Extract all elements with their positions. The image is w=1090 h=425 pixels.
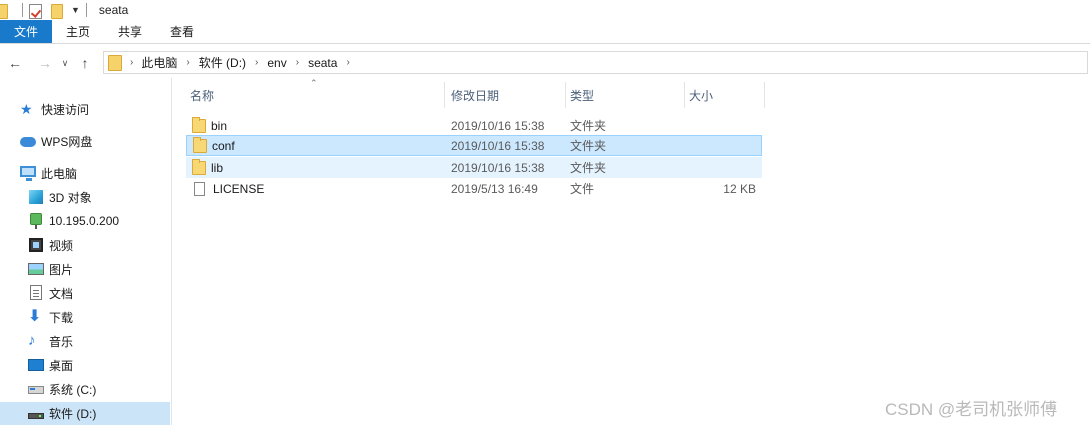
sidebar-item-videos[interactable]: 视频 — [28, 234, 73, 256]
sidebar-item-label: 系统 (C:) — [49, 382, 97, 397]
sidebar-item-this-pc[interactable]: 此电脑 — [20, 162, 77, 184]
file-row-lib[interactable]: lib 2019/10/16 15:38 文件夹 — [186, 157, 762, 178]
file-type: 文件 — [570, 182, 595, 196]
title-bar: ▼ seata — [0, 0, 1090, 20]
video-icon — [28, 237, 44, 253]
folder-icon — [108, 54, 122, 71]
watermark-text: CSDN @老司机张师傅 — [885, 400, 1058, 419]
tab-view[interactable]: 查看 — [156, 20, 208, 43]
drive-c-icon — [28, 381, 44, 397]
file-icon — [194, 181, 205, 196]
file-date: 2019/10/16 15:38 — [451, 118, 545, 133]
sidebar-item-desktop[interactable]: 桌面 — [28, 354, 73, 376]
forward-arrow-icon[interactable]: → — [34, 52, 56, 74]
divider — [22, 3, 23, 17]
breadcrumb-env[interactable]: env — [267, 56, 286, 70]
sidebar-item-label: 图片 — [49, 262, 74, 277]
up-arrow-icon[interactable]: ↑ — [74, 52, 96, 74]
sidebar-item-label: WPS网盘 — [41, 134, 93, 149]
file-type: 文件夹 — [570, 139, 607, 153]
file-name: conf — [212, 138, 235, 153]
desktop-icon — [28, 357, 44, 373]
chevron-right-icon[interactable]: › — [346, 57, 349, 68]
breadcrumb-this-pc[interactable]: 此电脑 — [141, 54, 177, 71]
breadcrumb-drive-d[interactable]: 软件 (D:) — [199, 54, 246, 71]
cloud-icon — [20, 133, 36, 149]
breadcrumb-seata[interactable]: seata — [308, 56, 337, 70]
sidebar-item-label: 快速访问 — [41, 102, 90, 117]
sidebar-item-label: 此电脑 — [41, 166, 78, 181]
column-header-date[interactable]: 修改日期 — [447, 82, 565, 108]
column-header-row: ⌃ 名称 修改日期 类型 大小 — [186, 78, 766, 108]
recent-locations-chevron-icon[interactable]: ∨ — [58, 52, 72, 74]
chevron-right-icon[interactable]: › — [255, 57, 258, 68]
divider — [85, 3, 87, 17]
pictures-icon — [28, 261, 44, 277]
sidebar-item-3d-objects[interactable]: 3D 对象 — [28, 186, 92, 208]
tab-file[interactable]: 文件 — [0, 20, 52, 43]
file-name: LICENSE — [213, 181, 265, 196]
customize-toolbar-icon[interactable]: ▼ — [71, 5, 80, 15]
file-row-bin[interactable]: bin 2019/10/16 15:38 文件夹 — [186, 115, 762, 136]
file-name: lib — [211, 160, 224, 175]
folder-icon — [192, 116, 206, 133]
sidebar-item-network-location[interactable]: 10.195.0.200 — [28, 210, 119, 232]
download-icon: ⬇ — [28, 308, 42, 325]
sidebar-item-documents[interactable]: 文档 — [28, 282, 73, 304]
column-header-type[interactable]: 类型 — [566, 82, 684, 108]
sidebar-item-wps-cloud[interactable]: WPS网盘 — [20, 130, 92, 152]
navigation-pane: ★ 快速访问 WPS网盘 此电脑 3D 对象 10.195.0.200 视频 图… — [0, 92, 170, 425]
sidebar-item-quick-access[interactable]: ★ 快速访问 — [20, 98, 89, 120]
file-date: 2019/5/13 16:49 — [451, 181, 538, 196]
sidebar-item-label: 软件 (D:) — [49, 407, 97, 421]
sidebar-item-label: 视频 — [49, 238, 74, 253]
properties-check-icon[interactable] — [29, 3, 43, 19]
new-folder-icon[interactable] — [49, 3, 63, 19]
folder-icon[interactable] — [0, 3, 10, 19]
sidebar-item-drive-d[interactable]: 软件 (D:) — [0, 402, 170, 425]
address-bar[interactable]: › 此电脑 › 软件 (D:) › env › seata › — [103, 51, 1088, 74]
file-type: 文件夹 — [570, 161, 607, 175]
ribbon-tabs: 文件 主页 共享 查看 — [0, 20, 1090, 44]
sidebar-item-label: 桌面 — [49, 358, 74, 373]
column-divider[interactable] — [444, 82, 445, 108]
cube-icon — [28, 189, 44, 205]
back-arrow-icon[interactable]: ← — [4, 52, 26, 74]
sidebar-item-label: 10.195.0.200 — [49, 214, 120, 228]
chevron-right-icon[interactable]: › — [186, 57, 189, 68]
folder-icon — [192, 158, 206, 175]
sidebar-item-downloads[interactable]: ⬇ 下载 — [28, 306, 73, 328]
sidebar-item-label: 3D 对象 — [49, 190, 92, 205]
file-date: 2019/10/16 15:38 — [451, 138, 545, 153]
tab-share[interactable]: 共享 — [104, 20, 156, 43]
file-size: 12 KB — [723, 181, 756, 196]
network-location-icon — [28, 213, 44, 229]
sidebar-item-music[interactable]: ♪ 音乐 — [28, 330, 73, 352]
file-row-conf[interactable]: conf 2019/10/16 15:38 文件夹 — [186, 135, 762, 156]
sidebar-item-label: 下载 — [49, 310, 74, 325]
tab-home[interactable]: 主页 — [52, 20, 104, 43]
file-type: 文件夹 — [570, 119, 607, 133]
column-header-size[interactable]: 大小 — [685, 82, 763, 108]
pane-divider[interactable] — [171, 78, 172, 425]
music-icon: ♪ — [28, 332, 36, 349]
sidebar-item-drive-c[interactable]: 系统 (C:) — [28, 378, 96, 400]
file-date: 2019/10/16 15:38 — [451, 160, 545, 175]
sidebar-item-label: 音乐 — [49, 334, 74, 349]
column-header-name[interactable]: 名称 — [186, 82, 444, 108]
file-row-license[interactable]: LICENSE 2019/5/13 16:49 文件 12 KB — [186, 178, 762, 199]
column-divider[interactable] — [764, 82, 765, 108]
navigation-bar: ← → ∨ ↑ › 此电脑 › 软件 (D:) › env › seata › — [0, 48, 1090, 78]
star-icon: ★ — [20, 101, 33, 117]
folder-icon — [193, 136, 207, 153]
chevron-right-icon[interactable]: › — [130, 57, 133, 68]
computer-icon — [20, 165, 36, 181]
drive-d-icon — [28, 406, 44, 422]
sidebar-item-label: 文档 — [49, 286, 74, 301]
chevron-right-icon[interactable]: › — [296, 57, 299, 68]
window-title: seata — [98, 3, 129, 17]
sidebar-item-pictures[interactable]: 图片 — [28, 258, 73, 280]
documents-icon — [28, 285, 44, 301]
file-name: bin — [211, 118, 228, 133]
